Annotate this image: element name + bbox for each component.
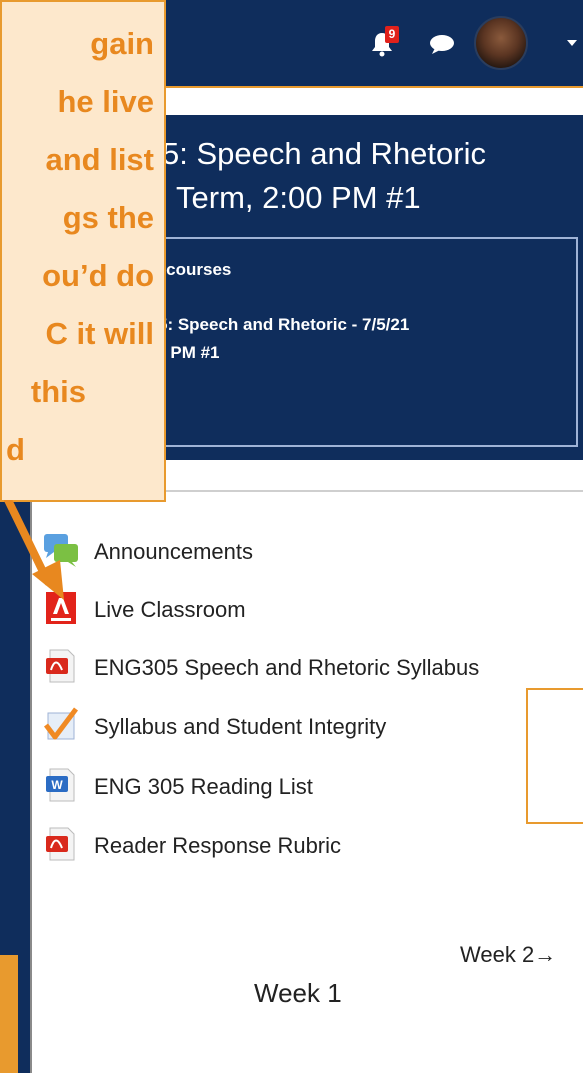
next-week-link[interactable]: Week 2→ bbox=[460, 942, 556, 968]
avatar[interactable] bbox=[474, 16, 528, 70]
callout-line: this bbox=[30, 374, 86, 409]
word-doc-icon: W bbox=[46, 768, 75, 802]
notification-badge: 9 bbox=[385, 26, 399, 43]
callout-line: C it will bbox=[45, 316, 155, 351]
resource-label: ENG305 Speech and Rhetoric Syllabus bbox=[94, 655, 480, 680]
callout-line: he live bbox=[57, 84, 155, 119]
resource-label: Live Classroom bbox=[94, 597, 246, 622]
svg-text:W: W bbox=[51, 778, 63, 792]
resource-label: Reader Response Rubric bbox=[94, 833, 342, 858]
callout-line: d bbox=[6, 432, 25, 467]
left-sidebar-accent bbox=[0, 955, 18, 1073]
current-week-title: Week 1 bbox=[254, 978, 342, 1008]
side-block bbox=[526, 688, 583, 824]
caret-down-icon[interactable] bbox=[566, 38, 578, 48]
resource-label: Syllabus and Student Integrity bbox=[94, 714, 387, 739]
my-courses-item-time[interactable]: ) PM #1 bbox=[160, 340, 220, 366]
checkmark-icon bbox=[44, 707, 78, 740]
my-courses-item[interactable]: 5: Speech and Rhetoric - 7/5/21 bbox=[158, 312, 409, 338]
resource-label: ENG 305 Reading List bbox=[94, 774, 313, 799]
annotation-callout: gain he live and list gs the ou’d do C i… bbox=[0, 0, 166, 502]
pdf-icon bbox=[46, 827, 75, 861]
callout-line: ou’d do bbox=[42, 258, 154, 293]
chat-icon[interactable] bbox=[428, 32, 456, 56]
pdf-icon bbox=[46, 649, 75, 683]
course-title: 5: Speech and Rhetoric bbox=[162, 136, 486, 171]
callout-arrow-icon bbox=[4, 500, 64, 600]
course-title-term: Term, 2:00 PM #1 bbox=[176, 180, 421, 215]
callout-line: and list bbox=[45, 142, 154, 177]
callout-line: gs the bbox=[62, 200, 154, 235]
resource-label: Announcements bbox=[94, 539, 253, 564]
callout-line: gain bbox=[90, 26, 154, 61]
